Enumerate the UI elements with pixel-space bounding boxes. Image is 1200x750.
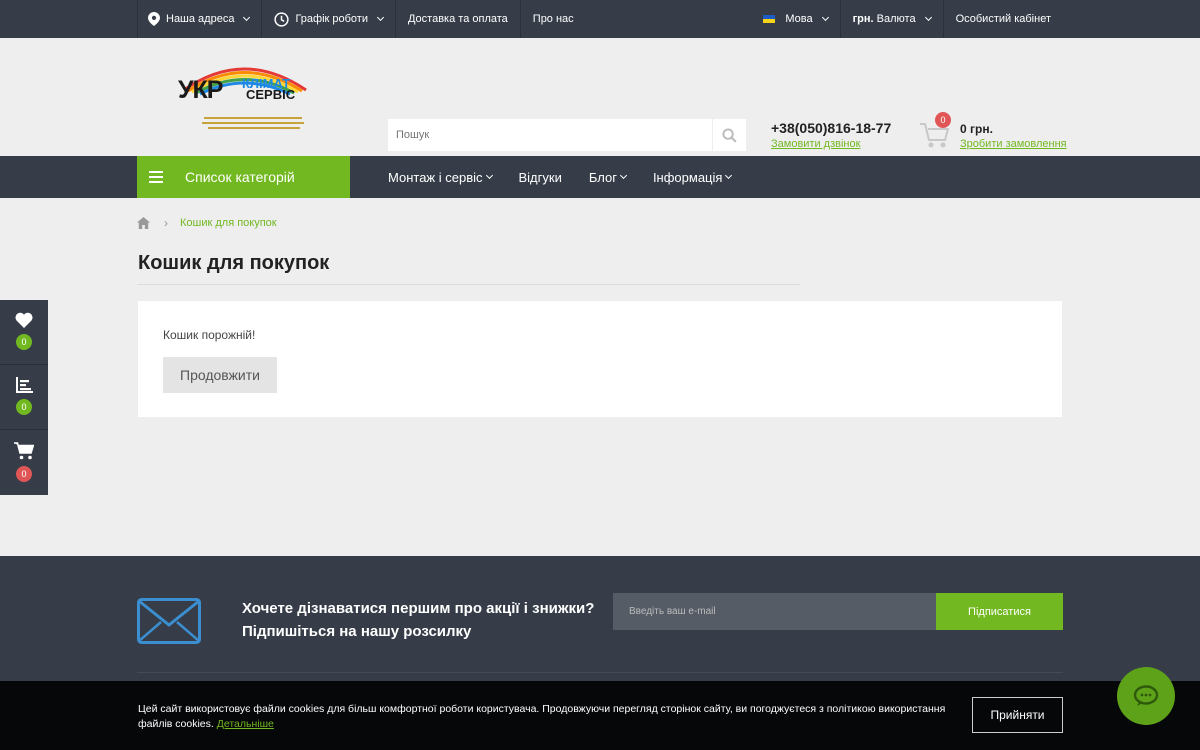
about-link[interactable]: Про нас [521,0,586,38]
language-label: Мова [785,13,813,25]
wishlist-count: 0 [16,334,32,350]
categories-button[interactable]: Список категорій [137,156,350,198]
chat-icon [1133,685,1159,706]
header-cart[interactable]: 0 0 грн. Зробити замовлення [918,112,1067,150]
home-icon[interactable] [137,217,150,229]
nav-item-label: Блог [588,169,617,185]
account-link[interactable]: Особистий кабінет [944,0,1063,38]
about-label: Про нас [532,13,574,25]
chat-button[interactable] [1117,667,1175,725]
nav-item-label: Відгуки [518,169,562,185]
chevron-down-icon [725,171,733,180]
map-pin-icon [148,12,160,26]
language-dropdown[interactable]: Мова [751,0,841,38]
nav-item-label: Інформація [652,169,723,185]
nav-item-info[interactable]: Інформація [652,169,733,185]
top-bar: Наша адреса Графік роботи Доставка та оп… [0,0,1200,38]
currency-dropdown[interactable]: грн. Валюта [841,0,944,38]
schedule-dropdown[interactable]: Графік роботи [262,0,396,38]
currency-code: грн. [852,13,874,25]
side-widget: 0 0 0 [0,300,48,495]
categories-label: Список категорій [185,169,295,185]
wishlist-widget[interactable]: 0 [0,300,48,365]
cookie-more-link[interactable]: Детальніше [217,718,274,730]
logo-ukr: УКР [178,76,223,104]
cart-icon-wrap[interactable]: 0 [918,112,954,148]
logo-servis: СЕРВІС [246,87,296,102]
cart-widget[interactable]: 0 [0,430,48,495]
chevron-down-icon [485,171,493,180]
nav-item-label: Монтаж і сервіс [388,169,483,185]
address-label: Наша адреса [166,13,235,25]
search-input[interactable] [388,119,712,151]
menu-icon [149,171,163,183]
breadcrumb-separator: › [164,216,168,230]
nav-item-montage[interactable]: Монтаж і сервіс [388,169,493,185]
clock-icon [274,11,290,27]
main-nav: Список категорій Монтаж і сервіс Відгуки… [0,156,1200,198]
search-box [388,119,746,151]
email-field[interactable] [613,593,936,630]
nav-item-blog[interactable]: Блог [588,169,627,185]
currency-label: Валюта [876,13,916,25]
cart-count-badge: 0 [935,112,951,128]
search-icon [722,127,737,143]
account-label: Особистий кабінет [955,13,1051,25]
cart-total: 0 грн. [960,122,993,136]
checkout-link[interactable]: Зробити замовлення [960,138,1067,150]
chevron-down-icon [619,171,627,180]
cart-icon [14,442,34,460]
heart-icon [15,312,33,328]
phone-number[interactable]: +38(050)816-18-77 [771,120,891,136]
cookie-banner: Цей сайт використовує файли cookies для … [0,681,1200,750]
subscribe-subtitle: Підпишіться на нашу розсилку [242,623,472,640]
chevron-down-icon [376,13,385,22]
breadcrumb: › Кошик для покупок [137,216,277,230]
empty-cart-message: Кошик порожній! [163,328,256,342]
compare-count: 0 [16,399,32,415]
chevron-down-icon [821,13,829,22]
subscribe-button[interactable]: Підписатися [936,593,1063,630]
envelope-icon [137,598,201,644]
chevron-down-icon [924,13,932,22]
subscribe-title: Хочете дізнаватися першим про акції і зн… [242,600,595,617]
header: УКР КЛІМАТ СЕРВІС +38(050)816-18-77 Замо… [0,38,1200,156]
page-title: Кошик для покупок [138,252,330,274]
accept-cookies-button[interactable]: Прийняти [972,697,1063,733]
continue-button[interactable]: Продовжити [163,357,277,393]
footer-divider [137,672,1063,673]
compare-widget[interactable]: 0 [0,365,48,430]
delivery-link[interactable]: Доставка та оплата [396,0,521,38]
delivery-label: Доставка та оплата [407,13,508,25]
compare-chart-icon [15,377,33,393]
chevron-down-icon [243,13,251,22]
address-dropdown[interactable]: Наша адреса [137,0,263,38]
phone-block: +38(050)816-18-77 Замовити дзвінок [771,120,891,150]
callback-link[interactable]: Замовити дзвінок [771,138,891,150]
site-logo[interactable]: УКР КЛІМАТ СЕРВІС [178,62,310,132]
title-divider [137,284,800,285]
breadcrumb-current[interactable]: Кошик для покупок [180,217,277,229]
cart-panel: Кошик порожній! Продовжити [138,301,1062,417]
cart-widget-count: 0 [16,466,32,482]
nav-item-reviews[interactable]: Відгуки [519,170,562,185]
search-button[interactable] [712,119,746,151]
schedule-label: Графік роботи [295,13,368,25]
ukraine-flag-icon [763,15,776,23]
cookie-text-block: Цей сайт використовує файли cookies для … [138,702,958,732]
